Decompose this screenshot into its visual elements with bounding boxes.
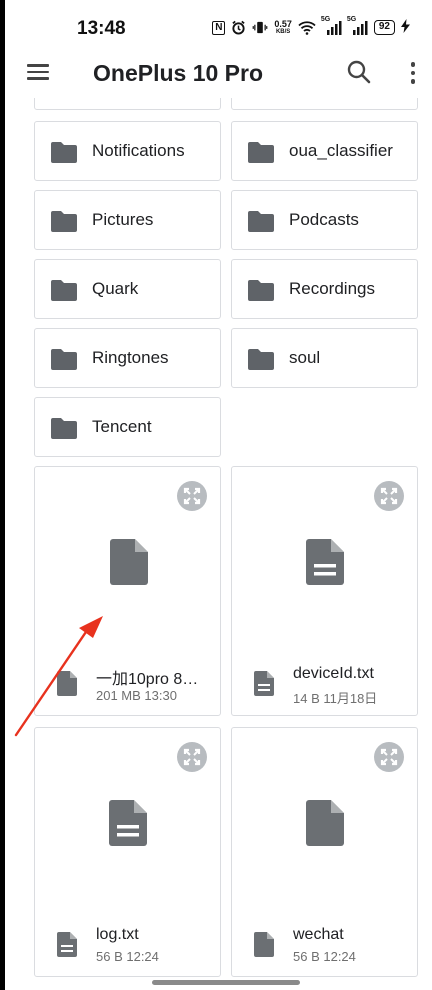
nfc-icon: N: [212, 20, 226, 35]
file-meta: 14 B 11月18日: [293, 691, 378, 706]
network-speed-unit: KB/S: [275, 28, 291, 35]
file-card-deviceid[interactable]: deviceId.txt 14 B 11月18日: [231, 466, 418, 716]
charging-icon: [401, 19, 410, 36]
folder-icon: [51, 418, 77, 439]
home-indicator[interactable]: [152, 980, 300, 985]
folder-label: Pictures: [92, 210, 154, 229]
expand-icon[interactable]: [374, 481, 404, 511]
folder-card-tencent[interactable]: Tencent: [34, 397, 221, 457]
folder-label: soul: [289, 348, 321, 367]
expand-icon[interactable]: [177, 742, 207, 772]
file-card-log[interactable]: log.txt 56 B 12:24: [34, 727, 221, 977]
folder-card-oua-classifier[interactable]: oua_classifier: [231, 121, 418, 181]
text-file-icon: [109, 800, 147, 846]
alarm-icon: [231, 20, 246, 35]
expand-icon[interactable]: [177, 481, 207, 511]
more-options-icon[interactable]: [403, 59, 423, 87]
file-name: log.txt: [96, 926, 139, 943]
file-icon: [306, 800, 344, 846]
folder-card-notifications[interactable]: Notifications: [34, 121, 221, 181]
folder-card-soul[interactable]: soul: [231, 328, 418, 388]
file-icon: [110, 539, 148, 585]
network-speed-value: 0.57: [274, 18, 292, 29]
file-meta: 56 B 12:24: [96, 949, 159, 964]
folder-card-partial[interactable]: [34, 98, 221, 110]
folder-card-podcasts[interactable]: Podcasts: [231, 190, 418, 250]
status-time: 13:48: [77, 18, 126, 39]
vibrate-icon: [252, 20, 268, 35]
folder-icon: [51, 211, 77, 232]
folder-label: Ringtones: [92, 348, 169, 367]
folder-label: Podcasts: [289, 210, 359, 229]
folder-label: Recordings: [289, 279, 375, 298]
file-name: 一加10pro 8…: [96, 671, 199, 688]
signal-2-label: 5G: [346, 15, 357, 23]
folder-icon: [51, 349, 77, 370]
text-file-icon: [254, 671, 274, 696]
file-icon: [57, 671, 77, 696]
folder-label: Notifications: [92, 141, 185, 160]
folder-label: oua_classifier: [289, 141, 393, 160]
file-grid[interactable]: Notifications oua_classifier Pictures Po…: [0, 98, 432, 990]
folder-icon: [248, 280, 274, 301]
hamburger-menu-icon[interactable]: [27, 60, 51, 84]
text-file-icon: [306, 539, 344, 585]
file-meta: 201 MB 13:30: [96, 688, 177, 703]
page-title: OnePlus 10 Pro: [93, 60, 264, 86]
folder-card-quark[interactable]: Quark: [34, 259, 221, 319]
folder-icon: [51, 280, 77, 301]
folder-label: Quark: [92, 279, 139, 298]
signal-1-label: 5G: [320, 15, 331, 23]
folder-icon: [248, 142, 274, 163]
status-icons: N 0.57 KB/S 5G 5G 92: [212, 16, 410, 36]
folder-label: Tencent: [92, 417, 152, 436]
folder-card-pictures[interactable]: Pictures: [34, 190, 221, 250]
file-card-oneplus-backup[interactable]: 一加10pro 8… 201 MB 13:30: [34, 466, 221, 716]
folder-icon: [248, 211, 274, 232]
file-icon: [254, 932, 274, 957]
signal-icon-1: 5G: [321, 16, 342, 35]
app-bar: OnePlus 10 Pro: [5, 50, 432, 98]
network-speed: 0.57 KB/S: [274, 18, 292, 36]
folder-card-ringtones[interactable]: Ringtones: [34, 328, 221, 388]
search-icon[interactable]: [345, 58, 373, 86]
file-name: deviceId.txt: [293, 665, 374, 682]
expand-icon[interactable]: [374, 742, 404, 772]
folder-card-partial[interactable]: [231, 98, 418, 110]
file-name: wechat: [293, 926, 344, 943]
file-meta: 56 B 12:24: [293, 949, 356, 964]
signal-icon-2: 5G: [347, 16, 368, 35]
folder-icon: [248, 349, 274, 370]
folder-card-recordings[interactable]: Recordings: [231, 259, 418, 319]
wifi-icon: [298, 20, 316, 35]
status-bar: 13:48 N 0.57 KB/S 5G 5G 92: [5, 0, 432, 56]
battery-indicator: 92: [373, 20, 395, 35]
file-card-wechat[interactable]: wechat 56 B 12:24: [231, 727, 418, 977]
text-file-icon: [57, 932, 77, 957]
folder-icon: [51, 142, 77, 163]
